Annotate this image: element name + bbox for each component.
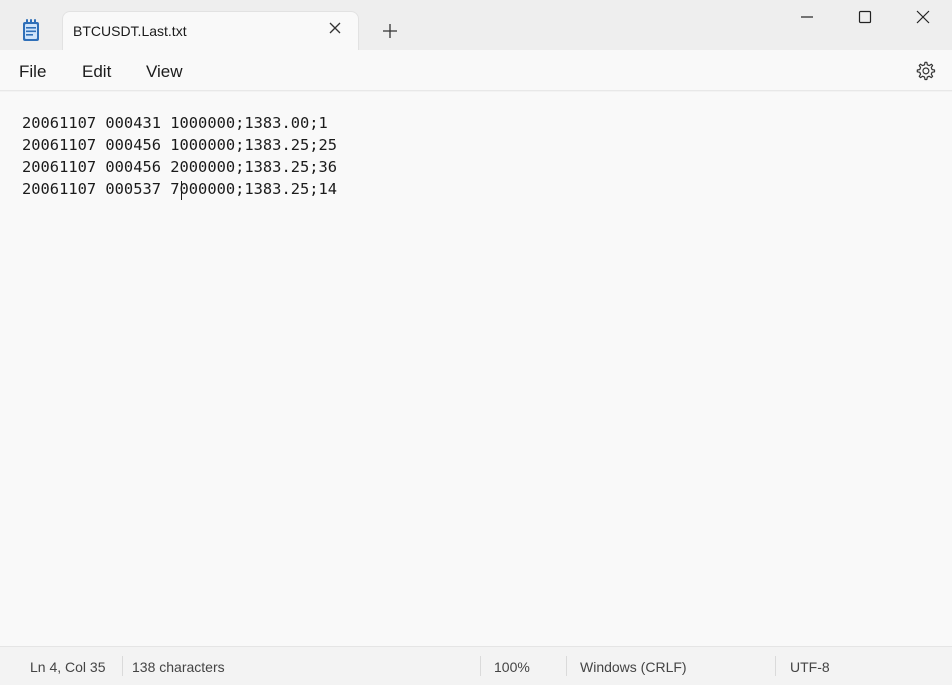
status-divider <box>566 656 567 676</box>
text-line[interactable]: 20061107 000537 7000000;1383.25;14 <box>22 180 337 198</box>
close-icon[interactable] <box>327 20 343 36</box>
minimize-button[interactable] <box>778 0 836 34</box>
title-bar: BTCUSDT.Last.txt <box>0 0 952 50</box>
menu-file[interactable]: File <box>19 62 46 82</box>
tab-title: BTCUSDT.Last.txt <box>73 23 187 39</box>
minimize-icon <box>801 16 813 18</box>
notepad-icon <box>23 19 39 41</box>
file-tab[interactable]: BTCUSDT.Last.txt <box>62 11 359 50</box>
text-line[interactable]: 20061107 000456 2000000;1383.25;36 <box>22 158 337 176</box>
maximize-button[interactable] <box>836 0 894 34</box>
menu-view[interactable]: View <box>146 62 183 82</box>
menu-edit[interactable]: Edit <box>82 62 111 82</box>
text-line[interactable]: 20061107 000456 1000000;1383.25;25 <box>22 136 337 154</box>
close-window-button[interactable] <box>894 0 952 34</box>
text-caret <box>181 181 182 200</box>
line-ending[interactable]: Windows (CRLF) <box>580 659 687 675</box>
cursor-position: Ln 4, Col 35 <box>30 659 106 675</box>
zoom-level[interactable]: 100% <box>494 659 530 675</box>
gear-icon[interactable] <box>914 60 936 82</box>
status-bar: Ln 4, Col 35 138 characters 100% Windows… <box>0 646 952 685</box>
character-count: 138 characters <box>132 659 225 675</box>
text-editor[interactable]: 20061107 000431 1000000;1383.00;1 200611… <box>0 92 952 646</box>
text-line[interactable]: 20061107 000431 1000000;1383.00;1 <box>22 114 328 132</box>
status-divider <box>775 656 776 676</box>
plus-icon[interactable] <box>380 21 400 41</box>
status-divider <box>122 656 123 676</box>
encoding[interactable]: UTF-8 <box>790 659 830 675</box>
status-divider <box>480 656 481 676</box>
menu-bar: File Edit View <box>0 50 952 91</box>
close-icon <box>916 10 930 24</box>
maximize-icon <box>858 10 872 24</box>
